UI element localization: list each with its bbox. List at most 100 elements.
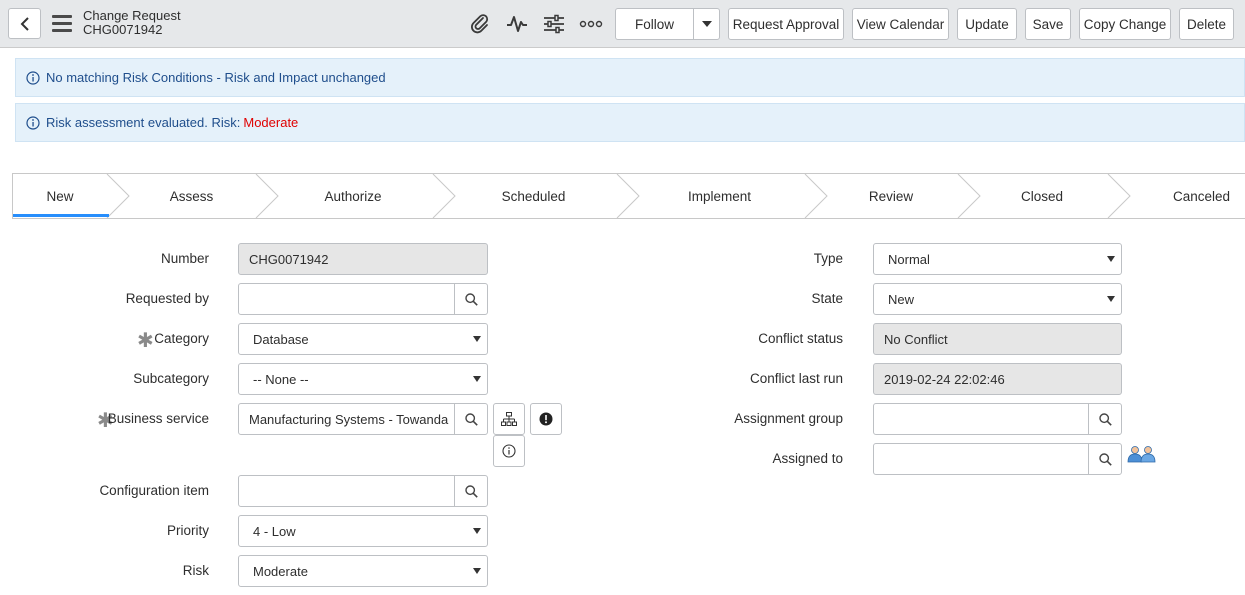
info-message-risk-conditions: No matching Risk Conditions - Risk and I… [15, 58, 1245, 97]
configuration-item-lookup-button[interactable] [454, 476, 487, 506]
assignment-group-lookup-button[interactable] [1088, 404, 1121, 434]
assignment-group-label: Assignment group [734, 411, 843, 426]
active-stage-indicator [13, 214, 109, 217]
view-calendar-button[interactable]: View Calendar [852, 8, 949, 40]
stage-scheduled: Scheduled [501, 188, 566, 204]
attachment-icon[interactable] [468, 12, 492, 36]
conflict-status-value: No Conflict [884, 331, 948, 347]
category-value: Database [253, 331, 309, 347]
requested-by-field [238, 283, 488, 315]
number-field: CHG0071942 [238, 243, 488, 275]
stage-new: New [46, 188, 74, 204]
priority-select[interactable]: 4 - Low [238, 515, 488, 547]
menu-icon[interactable] [52, 15, 72, 32]
assign-to-me-icon[interactable] [1126, 445, 1158, 463]
state-label: State [811, 291, 843, 306]
stage-closed: Closed [1020, 188, 1064, 204]
requested-by-input[interactable] [239, 284, 454, 314]
assignment-group-field [873, 403, 1122, 435]
state-select[interactable]: New [873, 283, 1122, 315]
subcategory-label: Subcategory [133, 371, 209, 386]
stage-canceled: Canceled [1172, 188, 1230, 204]
activity-icon[interactable] [505, 12, 529, 36]
assigned-to-input[interactable] [874, 444, 1088, 474]
type-value: Normal [888, 251, 930, 267]
save-button[interactable]: Save [1025, 8, 1071, 40]
business-service-label: Business service [107, 411, 209, 426]
caret-down-icon [467, 528, 487, 534]
message-text: No matching Risk Conditions - Risk and I… [46, 70, 386, 85]
conflict-last-run-label: Conflict last run [749, 371, 843, 386]
priority-value: 4 - Low [253, 523, 296, 539]
assigned-to-lookup-button[interactable] [1088, 444, 1121, 474]
risk-value-text: Moderate [243, 115, 299, 130]
back-button[interactable] [8, 8, 41, 39]
category-label: Category [154, 331, 209, 346]
delete-button[interactable]: Delete [1179, 8, 1234, 40]
message-text: Risk assessment evaluated. Risk: [46, 115, 241, 130]
caret-down-icon [701, 21, 712, 27]
assigned-to-field [873, 443, 1122, 475]
risk-select[interactable]: Moderate [238, 555, 488, 587]
business-service-lookup-button[interactable] [454, 404, 487, 434]
record-number-title: CHG0071942 [83, 22, 163, 37]
category-select[interactable]: Database [238, 323, 488, 355]
record-type-title: Change Request [83, 8, 181, 23]
stage-assess: Assess [169, 188, 214, 204]
info-icon [502, 444, 516, 458]
number-value: CHG0071942 [249, 251, 329, 267]
request-approval-button[interactable]: Request Approval [728, 8, 844, 40]
stage-implement: Implement [687, 188, 752, 204]
info-icon [26, 115, 40, 130]
required-asterisk-icon: ✱ [137, 330, 154, 352]
requested-by-lookup-button[interactable] [454, 284, 487, 314]
back-icon [20, 16, 29, 31]
update-button[interactable]: Update [957, 8, 1017, 40]
conflict-last-run-value: 2019-02-24 22:02:46 [884, 371, 1005, 387]
assigned-to-label: Assigned to [772, 451, 843, 466]
process-flow: New Assess Authorize Scheduled Implement… [12, 173, 1245, 219]
alert-icon [539, 412, 553, 426]
risk-label: Risk [182, 563, 209, 578]
preview-record-button[interactable] [493, 435, 525, 467]
copy-change-button[interactable]: Copy Change [1079, 8, 1171, 40]
follow-button-group: Follow [615, 8, 720, 40]
more-icon[interactable] [579, 12, 603, 36]
search-icon [464, 484, 478, 498]
settings-sliders-icon[interactable] [542, 12, 566, 36]
business-service-input[interactable]: Manufacturing Systems - Towanda [239, 404, 454, 434]
caret-down-icon [1101, 256, 1121, 262]
stage-review: Review [868, 188, 914, 204]
dependency-map-button[interactable] [493, 403, 525, 435]
conflict-status-field: No Conflict [873, 323, 1122, 355]
requested-by-label: Requested by [125, 291, 209, 306]
form-header: Change Request CHG0071942 Follow Request… [0, 0, 1245, 48]
caret-down-icon [467, 376, 487, 382]
info-icon [26, 70, 40, 85]
type-label: Type [813, 251, 843, 266]
state-value: New [888, 291, 915, 307]
business-service-field: Manufacturing Systems - Towanda [238, 403, 488, 435]
search-icon [464, 412, 478, 426]
follow-button[interactable]: Follow [616, 9, 694, 39]
stage-authorize: Authorize [324, 188, 382, 204]
configuration-item-field [238, 475, 488, 507]
subcategory-value: -- None -- [253, 371, 309, 387]
priority-label: Priority [166, 523, 209, 538]
hierarchy-icon [501, 412, 517, 426]
configuration-item-input[interactable] [239, 476, 454, 506]
conflict-last-run-field: 2019-02-24 22:02:46 [873, 363, 1122, 395]
follow-dropdown-button[interactable] [694, 9, 719, 39]
assignment-group-input[interactable] [874, 404, 1088, 434]
search-icon [1098, 452, 1112, 466]
alert-button[interactable] [530, 403, 562, 435]
caret-down-icon [467, 568, 487, 574]
caret-down-icon [467, 336, 487, 342]
subcategory-select[interactable]: -- None -- [238, 363, 488, 395]
type-select[interactable]: Normal [873, 243, 1122, 275]
search-icon [1098, 412, 1112, 426]
risk-value: Moderate [253, 563, 308, 579]
info-message-risk-assessment: Risk assessment evaluated. Risk: Moderat… [15, 103, 1245, 142]
caret-down-icon [1101, 296, 1121, 302]
configuration-item-label: Configuration item [99, 483, 209, 498]
